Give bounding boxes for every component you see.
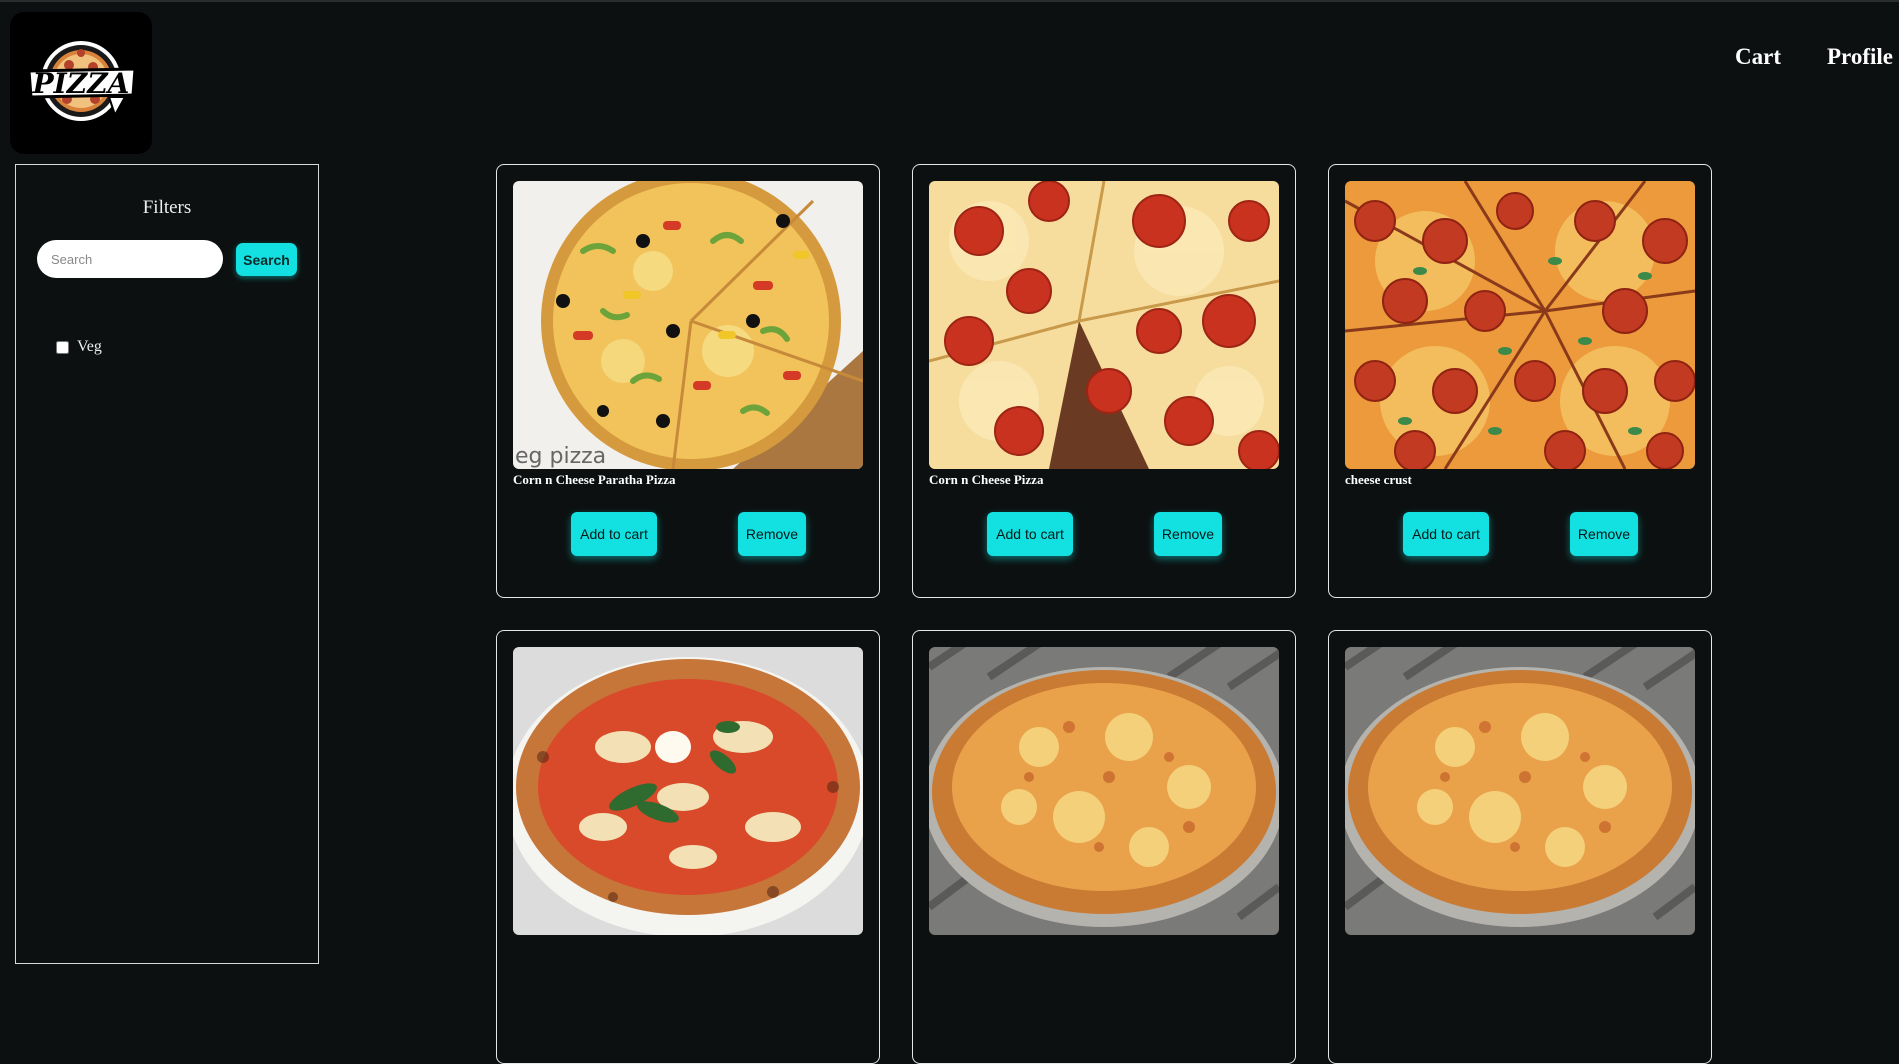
cheese-pizza-photo bbox=[1345, 647, 1695, 935]
margherita-pizza-photo bbox=[513, 647, 863, 935]
logo-text: PIZZA bbox=[32, 67, 130, 100]
veg-label[interactable]: Veg bbox=[77, 338, 102, 356]
add-to-cart-button[interactable]: Add to cart bbox=[987, 512, 1073, 556]
product-card: cheese crust Add to cart Remove bbox=[1328, 164, 1712, 598]
add-to-cart-button[interactable]: Add to cart bbox=[571, 512, 657, 556]
image-caption: eg pizza bbox=[515, 444, 606, 469]
pepperoni-basil-pizza-photo bbox=[1345, 181, 1695, 469]
pepperoni-pizza-photo bbox=[929, 181, 1279, 469]
product-card bbox=[496, 630, 880, 1064]
filters-sidebar: Filters Search Veg bbox=[15, 164, 319, 964]
product-card bbox=[912, 630, 1296, 1064]
product-name: Corn n Cheese Paratha Pizza bbox=[513, 472, 676, 487]
search-input[interactable] bbox=[37, 240, 223, 278]
product-card bbox=[1328, 630, 1712, 1064]
pizza-logo-icon: PIZZA bbox=[27, 41, 137, 121]
top-nav: Cart Profile bbox=[1735, 44, 1893, 70]
add-to-cart-button[interactable]: Add to cart bbox=[1403, 512, 1489, 556]
filters-title: Filters bbox=[142, 197, 192, 218]
nav-profile[interactable]: Profile bbox=[1827, 44, 1893, 70]
product-name: cheese crust bbox=[1345, 472, 1412, 487]
pizza-logo[interactable]: PIZZA bbox=[10, 12, 152, 154]
remove-button[interactable]: Remove bbox=[738, 512, 806, 556]
veg-checkbox[interactable] bbox=[56, 340, 69, 354]
product-card: eg pizza Corn n Cheese Paratha Pizza Add… bbox=[496, 164, 880, 598]
remove-button[interactable]: Remove bbox=[1154, 512, 1222, 556]
search-button[interactable]: Search bbox=[236, 243, 297, 276]
cheese-pizza-photo bbox=[929, 647, 1279, 935]
product-name: Corn n Cheese Pizza bbox=[929, 472, 1044, 487]
product-card: Corn n Cheese Pizza Add to cart Remove bbox=[912, 164, 1296, 598]
remove-button[interactable]: Remove bbox=[1570, 512, 1638, 556]
top-divider bbox=[0, 0, 1899, 2]
veg-pizza-photo: eg pizza bbox=[513, 181, 863, 469]
nav-cart[interactable]: Cart bbox=[1735, 44, 1781, 70]
veg-filter: Veg bbox=[56, 338, 102, 356]
